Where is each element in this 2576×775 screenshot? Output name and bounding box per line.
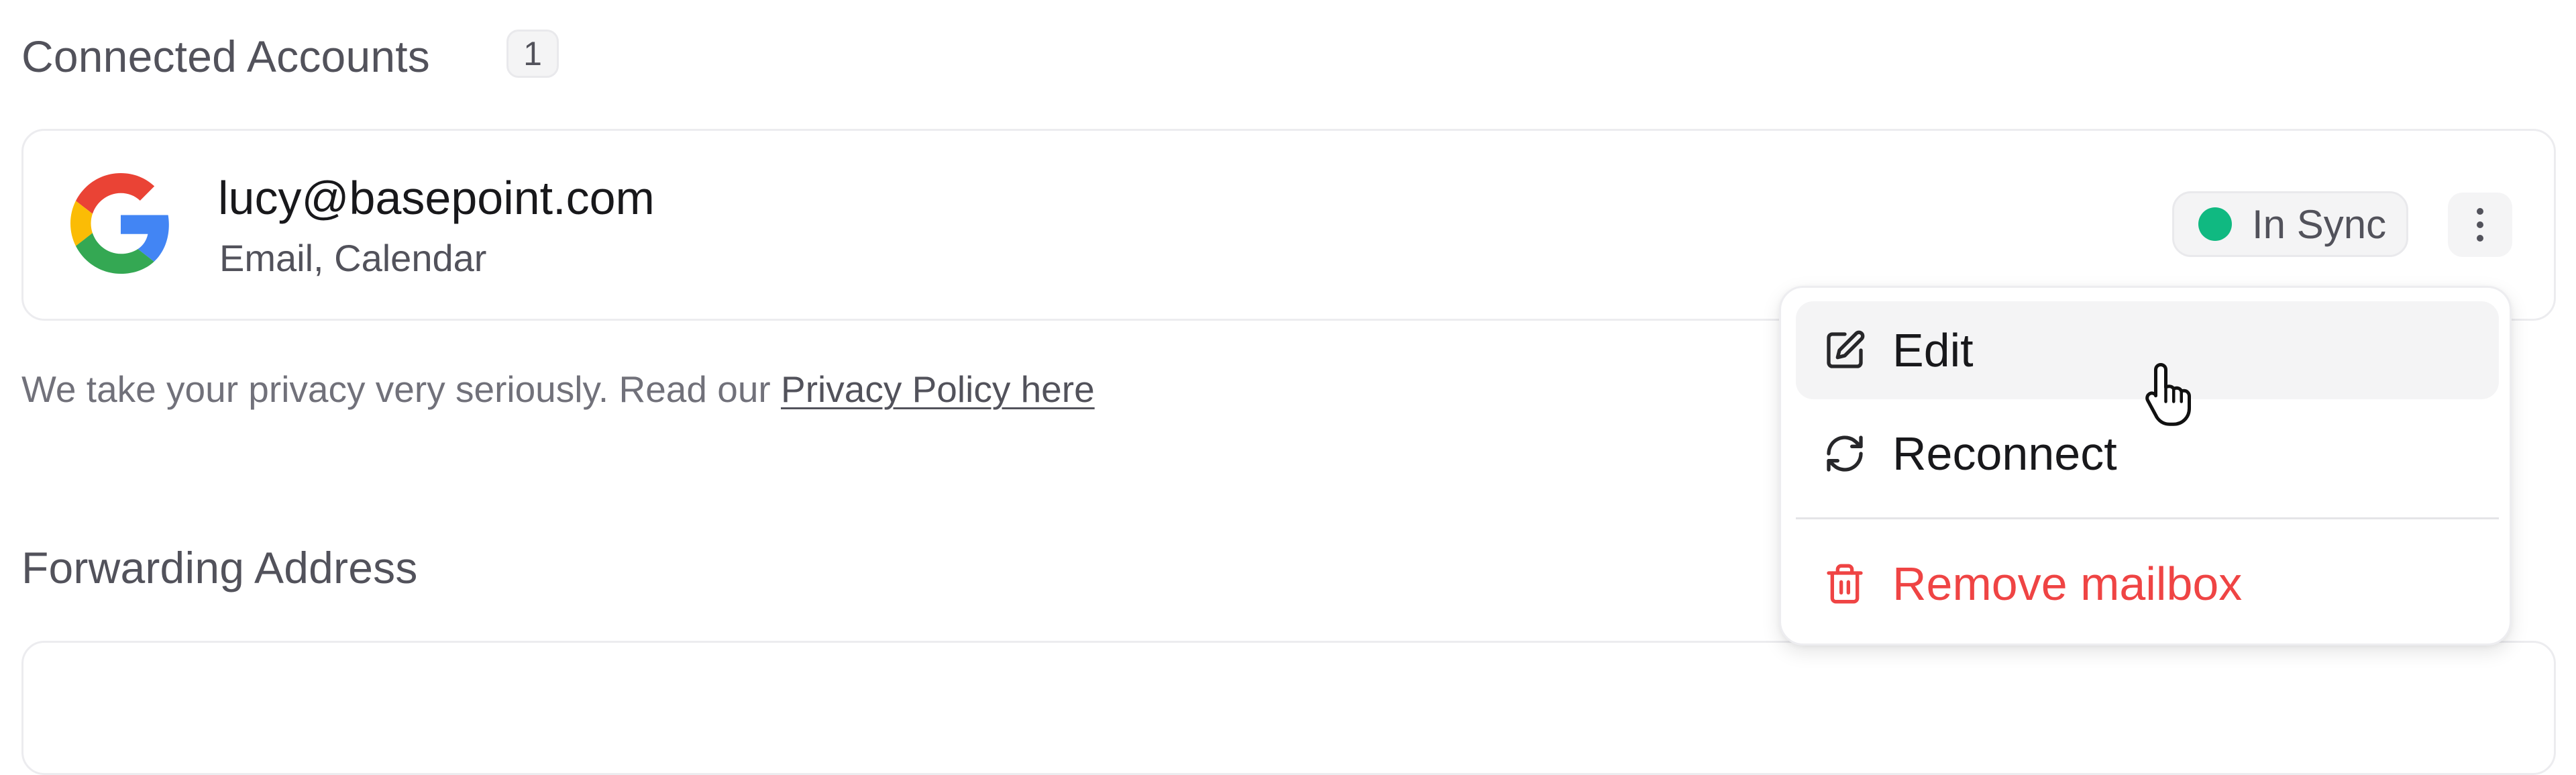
sync-status-badge: In Sync bbox=[2172, 191, 2408, 257]
menu-item-remove-mailbox-label: Remove mailbox bbox=[1892, 558, 2243, 610]
menu-divider bbox=[1796, 517, 2499, 519]
menu-item-reconnect-label: Reconnect bbox=[1892, 427, 2117, 480]
privacy-text: We take your privacy very seriously. Rea… bbox=[21, 368, 782, 410]
account-options-menu: Edit Reconnect Remove mailbox bbox=[1779, 286, 2512, 645]
trash-icon bbox=[1823, 562, 1867, 606]
connected-accounts-title: Connected Accounts bbox=[21, 32, 431, 81]
refresh-icon bbox=[1823, 431, 1867, 476]
menu-item-remove-mailbox[interactable]: Remove mailbox bbox=[1796, 535, 2499, 633]
account-email: lucy@basepoint.com bbox=[218, 172, 655, 224]
forwarding-address-title: Forwarding Address bbox=[21, 543, 418, 592]
menu-item-edit-label: Edit bbox=[1892, 324, 1974, 376]
account-options-button[interactable] bbox=[2448, 193, 2512, 257]
account-services: Email, Calendar bbox=[219, 237, 487, 279]
hand-cursor-icon bbox=[2145, 363, 2191, 426]
privacy-policy-link[interactable]: Privacy Policy here bbox=[781, 368, 1095, 410]
account-count-badge: 1 bbox=[506, 30, 559, 78]
sync-status-label: In Sync bbox=[2252, 201, 2387, 247]
edit-icon bbox=[1823, 328, 1867, 372]
status-dot-icon bbox=[2198, 207, 2232, 241]
google-logo-icon bbox=[70, 173, 169, 274]
more-vertical-icon bbox=[2477, 208, 2483, 242]
privacy-note: We take your privacy very seriously. Rea… bbox=[21, 368, 1095, 411]
forwarding-address-card bbox=[21, 641, 2556, 775]
